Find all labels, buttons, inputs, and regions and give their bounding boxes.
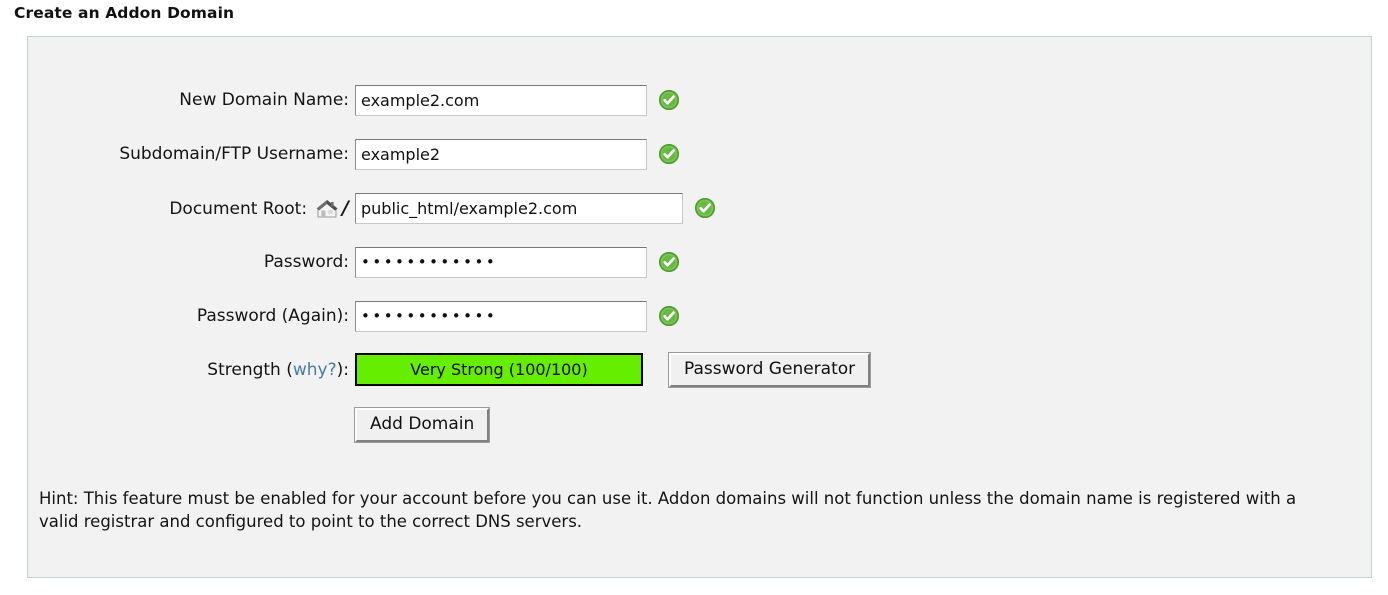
field-row-subdomain-ftp-username: Subdomain/FTP Username:: [28, 127, 1371, 181]
green-check-icon: [659, 252, 679, 272]
add-domain-button[interactable]: Add Domain: [353, 406, 491, 444]
field-wrap-password: [355, 246, 680, 278]
hint-text: Hint: This feature must be enabled for y…: [39, 489, 1297, 532]
subdomain-ftp-username-input[interactable]: [355, 138, 647, 170]
label-password: Password:: [263, 252, 349, 272]
field-wrap-document-root: [355, 192, 716, 224]
document-root-input[interactable]: [355, 192, 683, 224]
field-row-password: Password:: [28, 235, 1371, 289]
field-row-strength: Strength (why?): Very Strong (100/100) P…: [28, 343, 1371, 397]
field-row-new-domain-name: New Domain Name:: [28, 73, 1371, 127]
field-wrap-subdomain-ftp-username: [355, 138, 680, 170]
path-separator-slash: /: [342, 197, 349, 219]
new-domain-name-input[interactable]: [355, 84, 647, 116]
label-new-domain-name: New Domain Name:: [179, 90, 349, 110]
label-password-again: Password (Again):: [196, 306, 349, 326]
home-icon: [316, 200, 338, 218]
green-check-icon: [659, 306, 679, 326]
green-check-icon: [695, 198, 715, 218]
label-document-root: Document Root: /: [28, 195, 349, 221]
green-check-icon: [659, 144, 679, 164]
label-strength-suffix: ):: [336, 360, 349, 380]
field-wrap-new-domain-name: [355, 84, 680, 116]
submit-row: Add Domain: [28, 397, 1371, 453]
field-wrap-strength: Very Strong (100/100) Password Generator: [355, 351, 872, 389]
label-subdomain-ftp-username: Subdomain/FTP Username:: [119, 144, 349, 164]
green-check-icon: [659, 90, 679, 110]
password-input[interactable]: [355, 246, 647, 278]
password-again-input[interactable]: [355, 300, 647, 332]
label-strength-prefix: Strength (: [207, 360, 293, 380]
password-strength-bar: Very Strong (100/100): [355, 353, 643, 387]
label-document-root-text: Document Root:: [169, 199, 308, 219]
page-title: Create an Addon Domain: [14, 4, 235, 22]
label-strength: Strength (why?):: [28, 360, 349, 380]
addon-domain-form: New Domain Name: Subdomain/FTP Username:: [28, 73, 1371, 453]
addon-domain-panel: New Domain Name: Subdomain/FTP Username:: [27, 36, 1372, 578]
field-row-password-again: Password (Again):: [28, 289, 1371, 343]
field-row-document-root: Document Root: /: [28, 181, 1371, 235]
why-link[interactable]: why?: [293, 360, 337, 380]
password-generator-button[interactable]: Password Generator: [667, 351, 872, 389]
field-wrap-password-again: [355, 300, 680, 332]
